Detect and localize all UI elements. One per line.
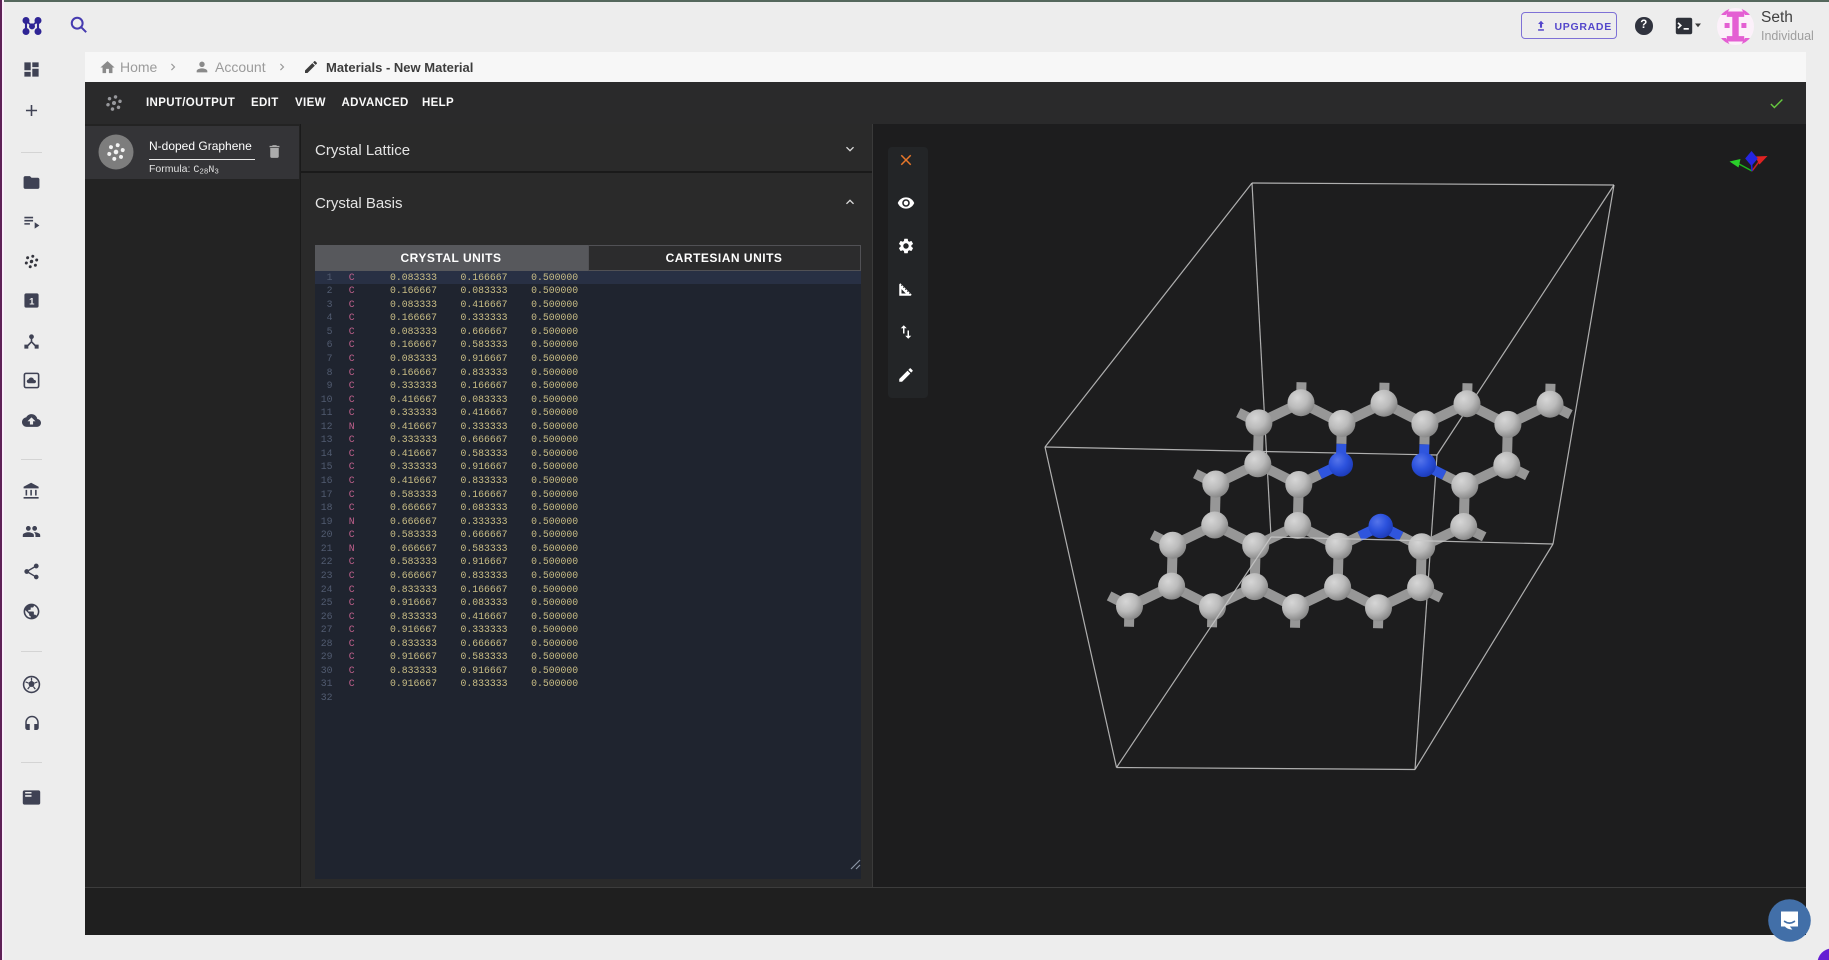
svg-text:1: 1 [29, 296, 35, 307]
